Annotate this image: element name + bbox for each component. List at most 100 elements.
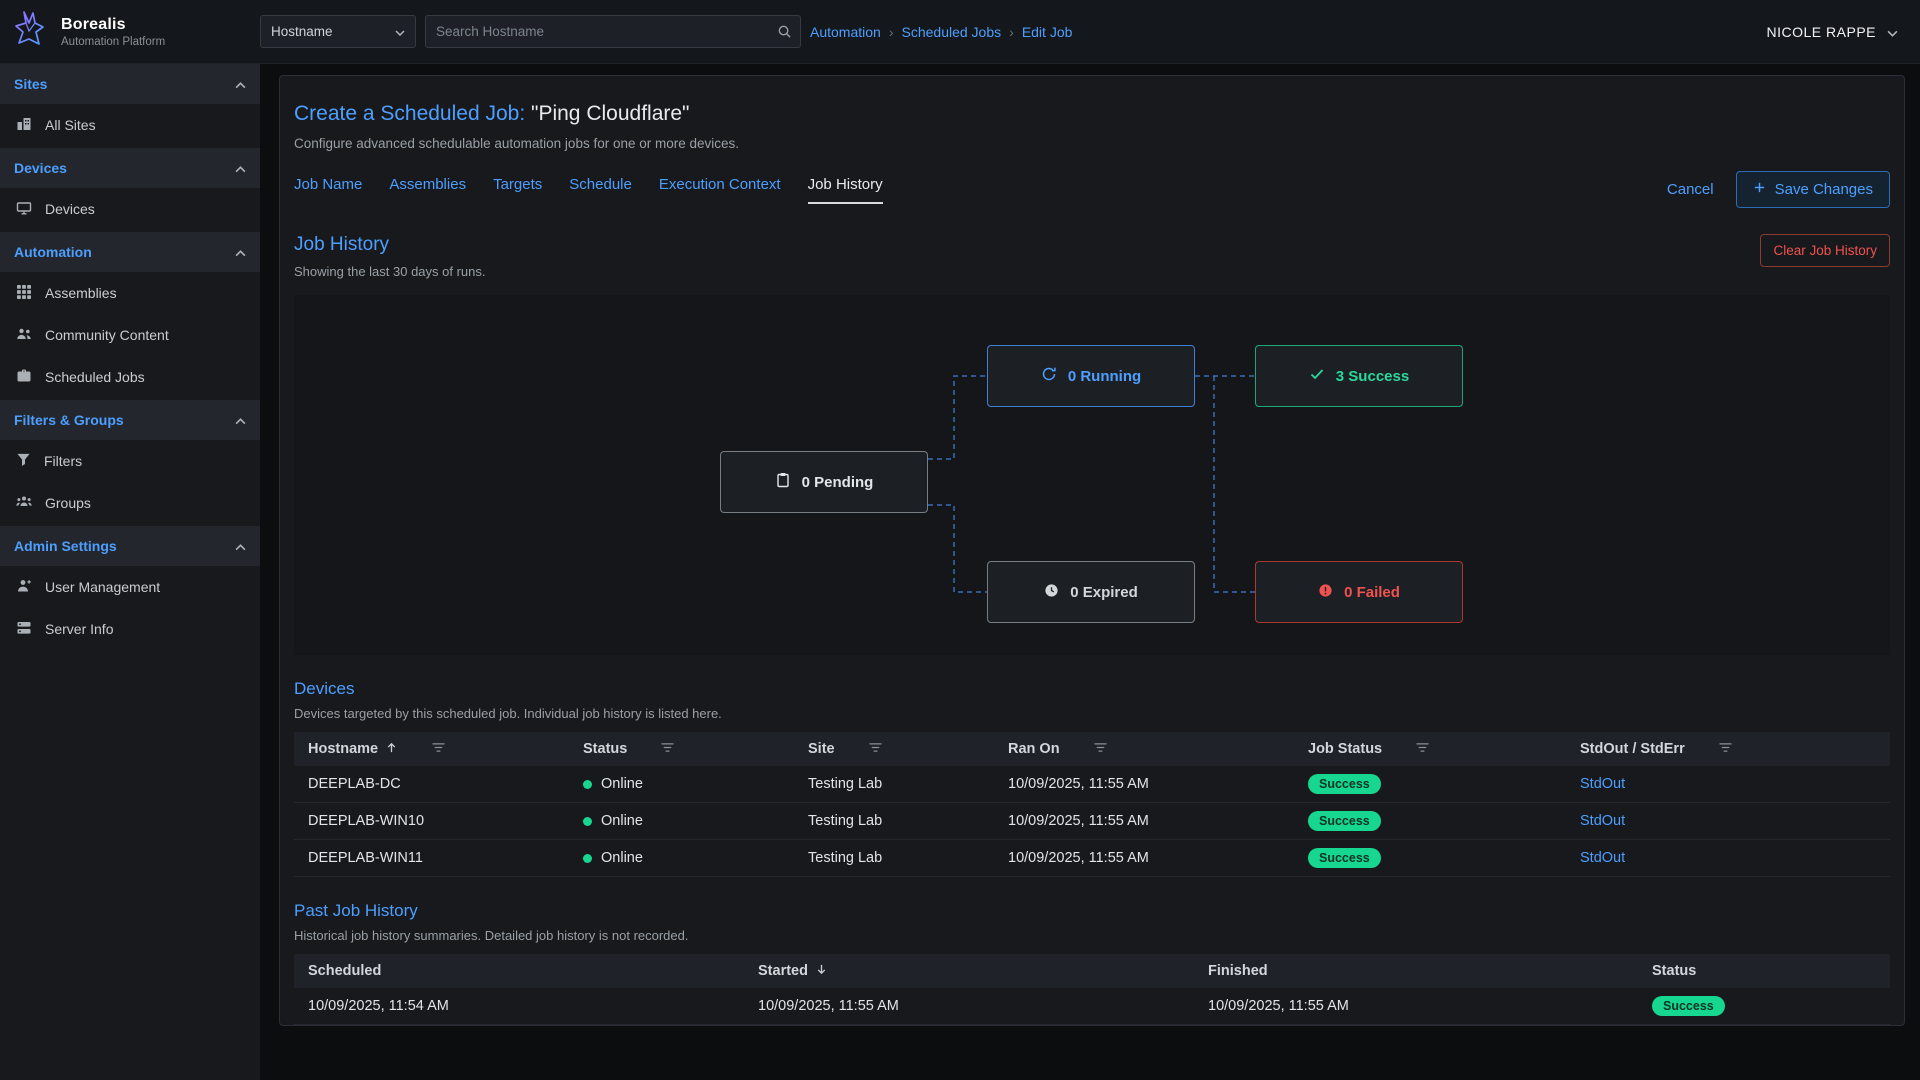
sidebar-section-label: Filters & Groups [14,412,124,428]
job-history-titles: Job History Showing the last 30 days of … [294,234,486,279]
past-table-header: Scheduled Started Finished Status [294,954,1890,988]
table-row[interactable]: DEEPLAB-DC Online Testing Lab 10/09/2025… [294,766,1890,803]
sidebar-item-filters[interactable]: Filters [0,440,260,482]
tab-job-history[interactable]: Job History [808,176,883,204]
filter-icon[interactable] [432,741,445,757]
col-label: Status [1652,963,1696,979]
tab-schedule[interactable]: Schedule [569,176,632,204]
table-row[interactable]: DEEPLAB-WIN11 Online Testing Lab 10/09/2… [294,840,1890,877]
past-job-history-subtitle: Historical job history summaries. Detail… [294,928,1890,943]
breadcrumb-scheduled-jobs[interactable]: Scheduled Jobs [902,24,1002,40]
tab-targets[interactable]: Targets [493,176,542,204]
table-row[interactable]: DEEPLAB-WIN10 Online Testing Lab 10/09/2… [294,803,1890,840]
sidebar-item-devices[interactable]: Devices [0,188,260,230]
tab-job-name[interactable]: Job Name [294,176,362,204]
col-site[interactable]: Site [794,732,994,766]
col-ran-on[interactable]: Ran On [994,732,1294,766]
breadcrumb-edit-job[interactable]: Edit Job [1022,24,1073,40]
cell-job-status: Success [1294,811,1566,831]
col-label: Ran On [1008,741,1060,757]
page-title: Create a Scheduled Job: "Ping Cloudflare… [294,102,1890,126]
chevron-up-icon [235,76,246,92]
sidebar-item-server-info[interactable]: Server Info [0,608,260,650]
filter-icon[interactable] [661,741,674,757]
hostname-select[interactable]: Hostname [260,15,416,48]
job-history-header: Job History Showing the last 30 days of … [294,234,1890,279]
grid-icon [16,284,32,303]
sidebar-item-label: User Management [45,579,160,595]
sort-asc-icon[interactable] [385,741,398,758]
col-label: Status [583,741,627,757]
col-finished[interactable]: Finished [1194,954,1638,988]
status-text: Online [601,813,643,829]
status-text: Online [601,850,643,866]
sidebar-item-assemblies[interactable]: Assemblies [0,272,260,314]
search-icon[interactable] [777,24,792,44]
page-title-prefix: Create a Scheduled Job: [294,102,525,125]
sidebar-item-label: Devices [45,201,95,217]
sidebar-item-scheduled-jobs[interactable]: Scheduled Jobs [0,356,260,398]
search-hostname-input[interactable] [425,15,801,48]
table-row[interactable]: 10/09/2025, 11:54 AM 10/09/2025, 11:55 A… [294,988,1890,1025]
flow-failed-box[interactable]: 0 Failed [1255,561,1463,623]
edit-job-panel: Create a Scheduled Job: "Ping Cloudflare… [279,75,1905,1026]
devices-table: Hostname Status Site [294,732,1890,877]
sidebar-section-filters-groups[interactable]: Filters & Groups [0,400,260,440]
sidebar-section-automation[interactable]: Automation [0,232,260,272]
sidebar-section-sites[interactable]: Sites [0,64,260,104]
col-label: Job Status [1308,741,1382,757]
plus-icon [1753,181,1766,198]
filter-icon[interactable] [1094,741,1107,757]
stdout-link[interactable]: StdOut [1580,850,1625,866]
cancel-button[interactable]: Cancel [1667,181,1714,198]
chevron-down-icon [1887,24,1898,40]
col-started[interactable]: Started [744,954,1194,988]
sidebar-section-admin-settings[interactable]: Admin Settings [0,526,260,566]
sidebar-item-community-content[interactable]: Community Content [0,314,260,356]
stdout-link[interactable]: StdOut [1580,776,1625,792]
status-badge: Success [1308,848,1381,868]
col-label: Scheduled [308,963,381,979]
sidebar-item-all-sites[interactable]: All Sites [0,104,260,146]
col-job-status[interactable]: Job Status [1294,732,1566,766]
sidebar-item-label: Community Content [45,327,169,343]
save-changes-button[interactable]: Save Changes [1736,171,1890,208]
cell-hostname: DEEPLAB-WIN10 [294,813,569,829]
flow-success-box[interactable]: 3 Success [1255,345,1463,407]
tab-actions: Cancel Save Changes [1667,171,1890,208]
col-hostname[interactable]: Hostname [294,732,569,766]
col-label: Site [808,741,835,757]
brand[interactable]: Borealis Automation Platform [0,9,260,54]
search-hostname [425,15,801,48]
page-subtitle: Configure advanced schedulable automatio… [294,136,1890,151]
status-badge: Success [1308,774,1381,794]
filter-icon[interactable] [1719,741,1732,757]
clear-job-history-button[interactable]: Clear Job History [1760,234,1890,267]
monitor-icon [16,200,32,219]
sidebar-section-devices[interactable]: Devices [0,148,260,188]
user-menu[interactable]: NICOLE RAPPE [1767,24,1920,40]
sort-desc-icon[interactable] [815,963,828,980]
col-status[interactable]: Status [1638,954,1890,988]
sidebar-item-user-management[interactable]: User Management [0,566,260,608]
tab-assemblies[interactable]: Assemblies [389,176,466,204]
flow-expired-box[interactable]: 0 Expired [987,561,1195,623]
chevron-down-icon [395,24,405,39]
clock-icon [1044,583,1059,602]
sidebar-item-label: Server Info [45,621,113,637]
flow-pending-box[interactable]: 0 Pending [720,451,928,513]
chevron-up-icon [235,538,246,554]
tab-execution-context[interactable]: Execution Context [659,176,781,204]
flow-running-box[interactable]: 0 Running [987,345,1195,407]
col-status[interactable]: Status [569,732,794,766]
sidebar-item-groups[interactable]: Groups [0,482,260,524]
col-stdout-stderr[interactable]: StdOut / StdErr [1566,732,1890,766]
user-name: NICOLE RAPPE [1767,24,1876,40]
filter-icon[interactable] [1416,741,1429,757]
col-scheduled[interactable]: Scheduled [294,954,744,988]
filter-icon[interactable] [869,741,882,757]
breadcrumb-automation[interactable]: Automation [810,24,881,40]
stdout-link[interactable]: StdOut [1580,813,1625,829]
page-title-job-name: "Ping Cloudflare" [531,102,690,125]
col-label: StdOut / StdErr [1580,741,1685,757]
